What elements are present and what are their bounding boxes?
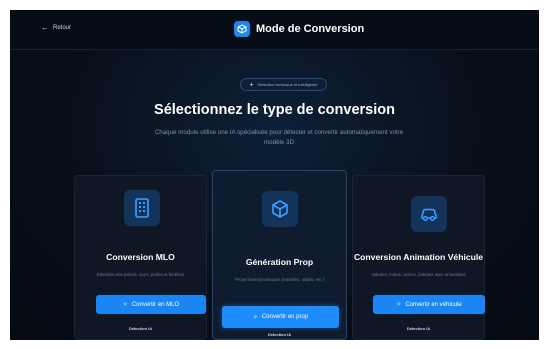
building-icon (124, 190, 160, 226)
sparkle-icon: ✧ (252, 314, 258, 321)
back-label: Retour (53, 25, 72, 31)
card-title: Génération Prop (245, 257, 314, 267)
main-subtitle: Chaque module utilise une IA spécialisée… (154, 129, 404, 146)
convert-mlo-button[interactable]: ✧ Convertir en MLO (96, 295, 206, 314)
card-generation-prop[interactable]: Génération Prop Props fixes/dynamiques (… (212, 170, 347, 340)
main-heading: Sélectionnez le type de conversion (154, 102, 395, 118)
card-description: Voitures, motos, avions, bateaux avec an… (371, 272, 466, 277)
convert-prop-button[interactable]: ✧ Convertir en prop (222, 306, 339, 328)
box-icon (262, 191, 298, 227)
sparkle-icon: ✧ (122, 302, 128, 308)
feature-badge-label: Détection technique et intelligente (257, 82, 318, 87)
card-title: Conversion MLO (106, 252, 175, 262)
back-button[interactable]: ← Retour (41, 23, 72, 32)
ai-detection-tag: Détection IA (267, 332, 292, 337)
arrow-left-icon: ← (41, 23, 49, 32)
top-bar: ← Retour Mode de Conversion (10, 10, 539, 50)
card-description: Props fixes/dynamiques (meubles, objets,… (234, 277, 325, 282)
page-title: Mode de Conversion (256, 23, 365, 35)
app-brand: Mode de Conversion (234, 21, 364, 37)
sparkle-icon: ✧ (396, 302, 402, 308)
convert-vehicle-button[interactable]: ✧ Convertir en véhicule (373, 295, 485, 314)
app-window: ← Retour Mode de Conversion Détection te… (10, 10, 539, 340)
button-label: Convertir en MLO (131, 301, 180, 308)
car-icon (411, 196, 447, 232)
ai-detection-tag: Détection IA (406, 326, 431, 331)
card-conversion-vehicle[interactable]: Conversion Animation Véhicule Voitures, … (352, 175, 485, 340)
button-label: Convertir en véhicule (405, 301, 462, 308)
cube-logo-icon (234, 21, 250, 37)
feature-badge: Détection technique et intelligente (240, 78, 327, 91)
sparkle-icon (249, 82, 255, 87)
button-label: Convertir en prop (261, 314, 309, 320)
card-conversion-mlo[interactable]: Conversion MLO Détection des pièces, mur… (74, 175, 207, 340)
card-description: Détection des pièces, murs, portes et fe… (96, 272, 185, 277)
ai-detection-tag: Détection IA (128, 326, 153, 331)
card-title: Conversion Animation Véhicule (353, 252, 484, 262)
